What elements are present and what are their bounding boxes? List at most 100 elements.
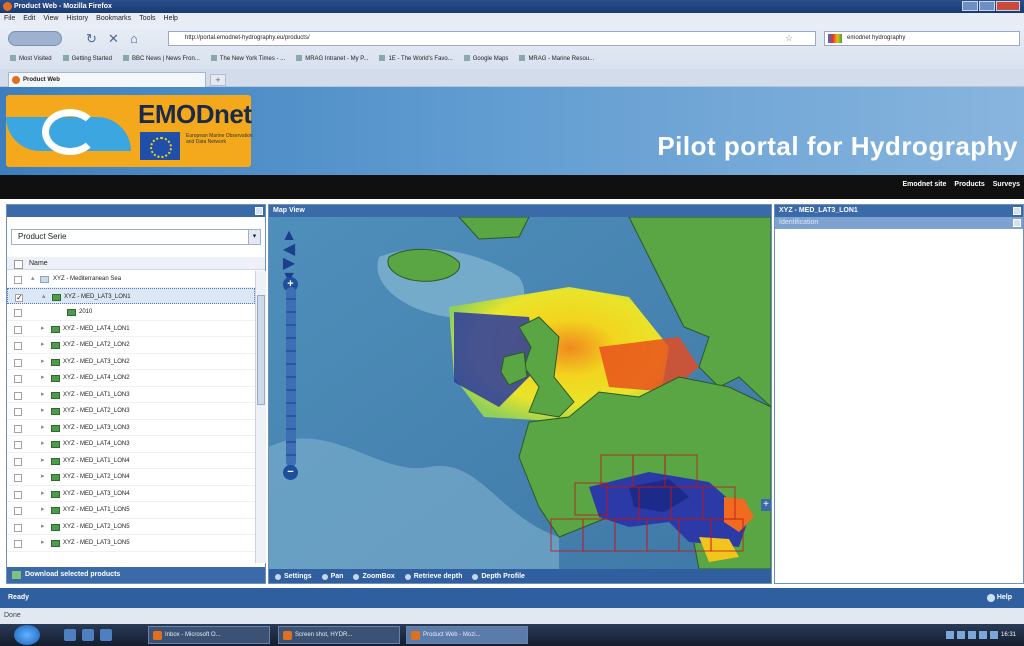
minimize-button[interactable]	[962, 1, 978, 11]
tree-scrollbar[interactable]	[255, 271, 266, 563]
expand-layer-switcher-button[interactable]: +	[761, 499, 771, 511]
tree-row[interactable]: ▸ XYZ - MED_LAT3_LON2	[7, 354, 255, 371]
close-window-button[interactable]	[996, 1, 1020, 11]
chevron-down-icon[interactable]: ▾	[248, 230, 260, 244]
tree-row[interactable]: ▸ XYZ - MED_LAT4_LON2	[7, 370, 255, 387]
search-box[interactable]: emodnet hydrography	[824, 31, 1020, 46]
maximize-button[interactable]	[979, 1, 995, 11]
bookmark-item[interactable]: Most Visited	[10, 51, 52, 67]
tree-checkbox[interactable]	[14, 441, 22, 449]
bookmark-item[interactable]: Getting Started	[63, 51, 112, 67]
taskbar-button[interactable]: Inbox - Microsoft O...	[148, 626, 270, 644]
quicklaunch-explorer-icon[interactable]	[82, 629, 94, 641]
quicklaunch-ie-icon[interactable]	[64, 629, 76, 641]
tree-row[interactable]: ▸ XYZ - MED_LAT2_LON4	[7, 469, 255, 486]
tree-column-header[interactable]: Name	[7, 257, 265, 270]
tree-checkbox[interactable]: ✓	[15, 293, 23, 302]
bookmark-item[interactable]: 1E - The World's Favo...	[379, 51, 452, 67]
bookmark-item[interactable]: BBC News | News Fron...	[123, 51, 200, 67]
expand-toggle-icon[interactable]: ▸	[41, 387, 45, 404]
bookmark-item[interactable]: MRAG Intranet - My P...	[296, 51, 368, 67]
quicklaunch-media-icon[interactable]	[100, 629, 112, 641]
tree-checkbox[interactable]	[14, 276, 22, 284]
tree-checkbox[interactable]	[14, 309, 22, 317]
site-nav-link[interactable]: Surveys	[993, 181, 1020, 188]
taskbar-button[interactable]: Screen shot, HYDR...	[278, 626, 400, 644]
zoom-out-button[interactable]: −	[283, 465, 298, 480]
expand-toggle-icon[interactable]: ▸	[41, 535, 45, 552]
tray-icon[interactable]	[945, 631, 954, 639]
download-selected-button[interactable]: Download selected products	[7, 567, 265, 583]
tray-icon[interactable]	[956, 631, 965, 639]
expand-toggle-icon[interactable]: ▸	[41, 420, 45, 437]
tree-checkbox[interactable]	[14, 375, 22, 383]
url-bar[interactable]: http://portal.emodnet-hydrography.eu/pro…	[168, 31, 816, 46]
emodnet-logo[interactable]: EMODnet European Marine Observation and …	[6, 95, 253, 167]
tab-product-web[interactable]: Product Web	[8, 72, 206, 87]
start-button[interactable]	[14, 625, 40, 645]
stop-icon[interactable]: ✕	[108, 31, 119, 46]
tray-icon[interactable]	[967, 631, 976, 639]
tree-row[interactable]: ▸ XYZ - MED_LAT1_LON4	[7, 453, 255, 470]
tree-checkbox[interactable]	[14, 342, 22, 350]
bookmark-item[interactable]: MRAG - Marine Resou...	[519, 51, 594, 67]
tree-checkbox[interactable]	[14, 507, 22, 515]
tree-row[interactable]: ▸ XYZ - MED_LAT4_LON1	[7, 321, 255, 337]
tree-checkbox[interactable]	[14, 358, 22, 367]
tree-checkbox[interactable]	[14, 474, 22, 482]
pan-arrows-icon[interactable]: ▲◀ ▶▼	[277, 228, 301, 286]
tree-checkbox[interactable]	[14, 523, 22, 532]
expand-toggle-icon[interactable]: ▸	[41, 370, 45, 387]
expand-toggle-icon[interactable]: ▸	[41, 453, 45, 470]
menu-item-history[interactable]: History	[66, 13, 88, 25]
tree-row[interactable]: 2010	[7, 304, 255, 321]
product-serie-dropdown[interactable]: Product Serie ▾	[11, 229, 261, 245]
site-nav-link[interactable]: Products	[954, 181, 984, 188]
expand-toggle-icon[interactable]: ▸	[41, 519, 45, 536]
bookmark-item[interactable]: Google Maps	[464, 51, 509, 67]
tree-checkbox[interactable]	[14, 457, 22, 466]
map-tool-retrieve-depth[interactable]: Retrieve depth	[404, 569, 462, 583]
collapse-info-button[interactable]	[1013, 207, 1021, 215]
expand-toggle-icon[interactable]: ▸	[41, 469, 45, 486]
map-tool-settings[interactable]: Settings	[275, 569, 312, 583]
tree-checkbox[interactable]	[14, 490, 22, 499]
home-icon[interactable]: ⌂	[130, 31, 138, 46]
tree-row[interactable]: ▸ XYZ - MED_LAT2_LON2	[7, 337, 255, 354]
expand-toggle-icon[interactable]: ▸	[41, 337, 45, 354]
expand-toggle-icon[interactable]: ▸	[41, 486, 45, 503]
tree-checkbox[interactable]	[14, 540, 22, 548]
taskbar-button[interactable]: Product Web - Mozi...	[406, 626, 528, 644]
menu-item-tools[interactable]: Tools	[139, 13, 155, 25]
tree-row[interactable]: ▸ XYZ - MED_LAT1_LON5	[7, 502, 255, 519]
bookmark-star-icon[interactable]: ☆	[785, 32, 793, 45]
back-button[interactable]	[8, 31, 62, 46]
new-tab-button[interactable]: +	[210, 74, 226, 86]
tree-row[interactable]: ✓ ▴ XYZ - MED_LAT3_LON1	[7, 287, 255, 304]
clock[interactable]: 16:31	[1001, 632, 1016, 638]
map-tool-zoombox[interactable]: ZoomBox	[353, 569, 395, 583]
tree-checkbox[interactable]	[14, 408, 22, 416]
expand-toggle-icon[interactable]: ▸	[41, 502, 45, 519]
map-tool-pan[interactable]: Pan	[321, 569, 343, 583]
map-canvas[interactable]: ▲◀ ▶▼ + − +	[269, 217, 771, 569]
tree-row[interactable]: ▸ XYZ - MED_LAT2_LON3	[7, 403, 255, 420]
scrollbar-thumb[interactable]	[257, 295, 265, 405]
tree-checkbox[interactable]	[14, 424, 22, 433]
tree-row[interactable]: ▸ XYZ - MED_LAT3_LON5	[7, 535, 255, 552]
tree-row[interactable]: ▸ XYZ - MED_LAT1_LON3	[7, 387, 255, 404]
menu-item-help[interactable]: Help	[164, 13, 178, 25]
expand-toggle-icon[interactable]: ▸	[41, 436, 45, 453]
tree-row[interactable]: ▸ XYZ - MED_LAT4_LON3	[7, 436, 255, 453]
tree-checkbox[interactable]	[14, 325, 22, 334]
menu-item-file[interactable]: File	[4, 13, 15, 25]
bookmark-item[interactable]: The New York Times - ...	[211, 51, 285, 67]
expand-toggle-icon[interactable]: ▸	[41, 403, 45, 420]
menu-item-view[interactable]: View	[43, 13, 58, 25]
expand-toggle-icon[interactable]: ▸	[41, 354, 45, 371]
zoom-slider[interactable]	[286, 287, 296, 467]
toggle-identification-button[interactable]	[1013, 219, 1021, 227]
tree-row[interactable]: ▸ XYZ - MED_LAT2_LON5	[7, 519, 255, 536]
tree-checkbox[interactable]	[14, 391, 22, 400]
volume-icon[interactable]	[989, 631, 998, 639]
